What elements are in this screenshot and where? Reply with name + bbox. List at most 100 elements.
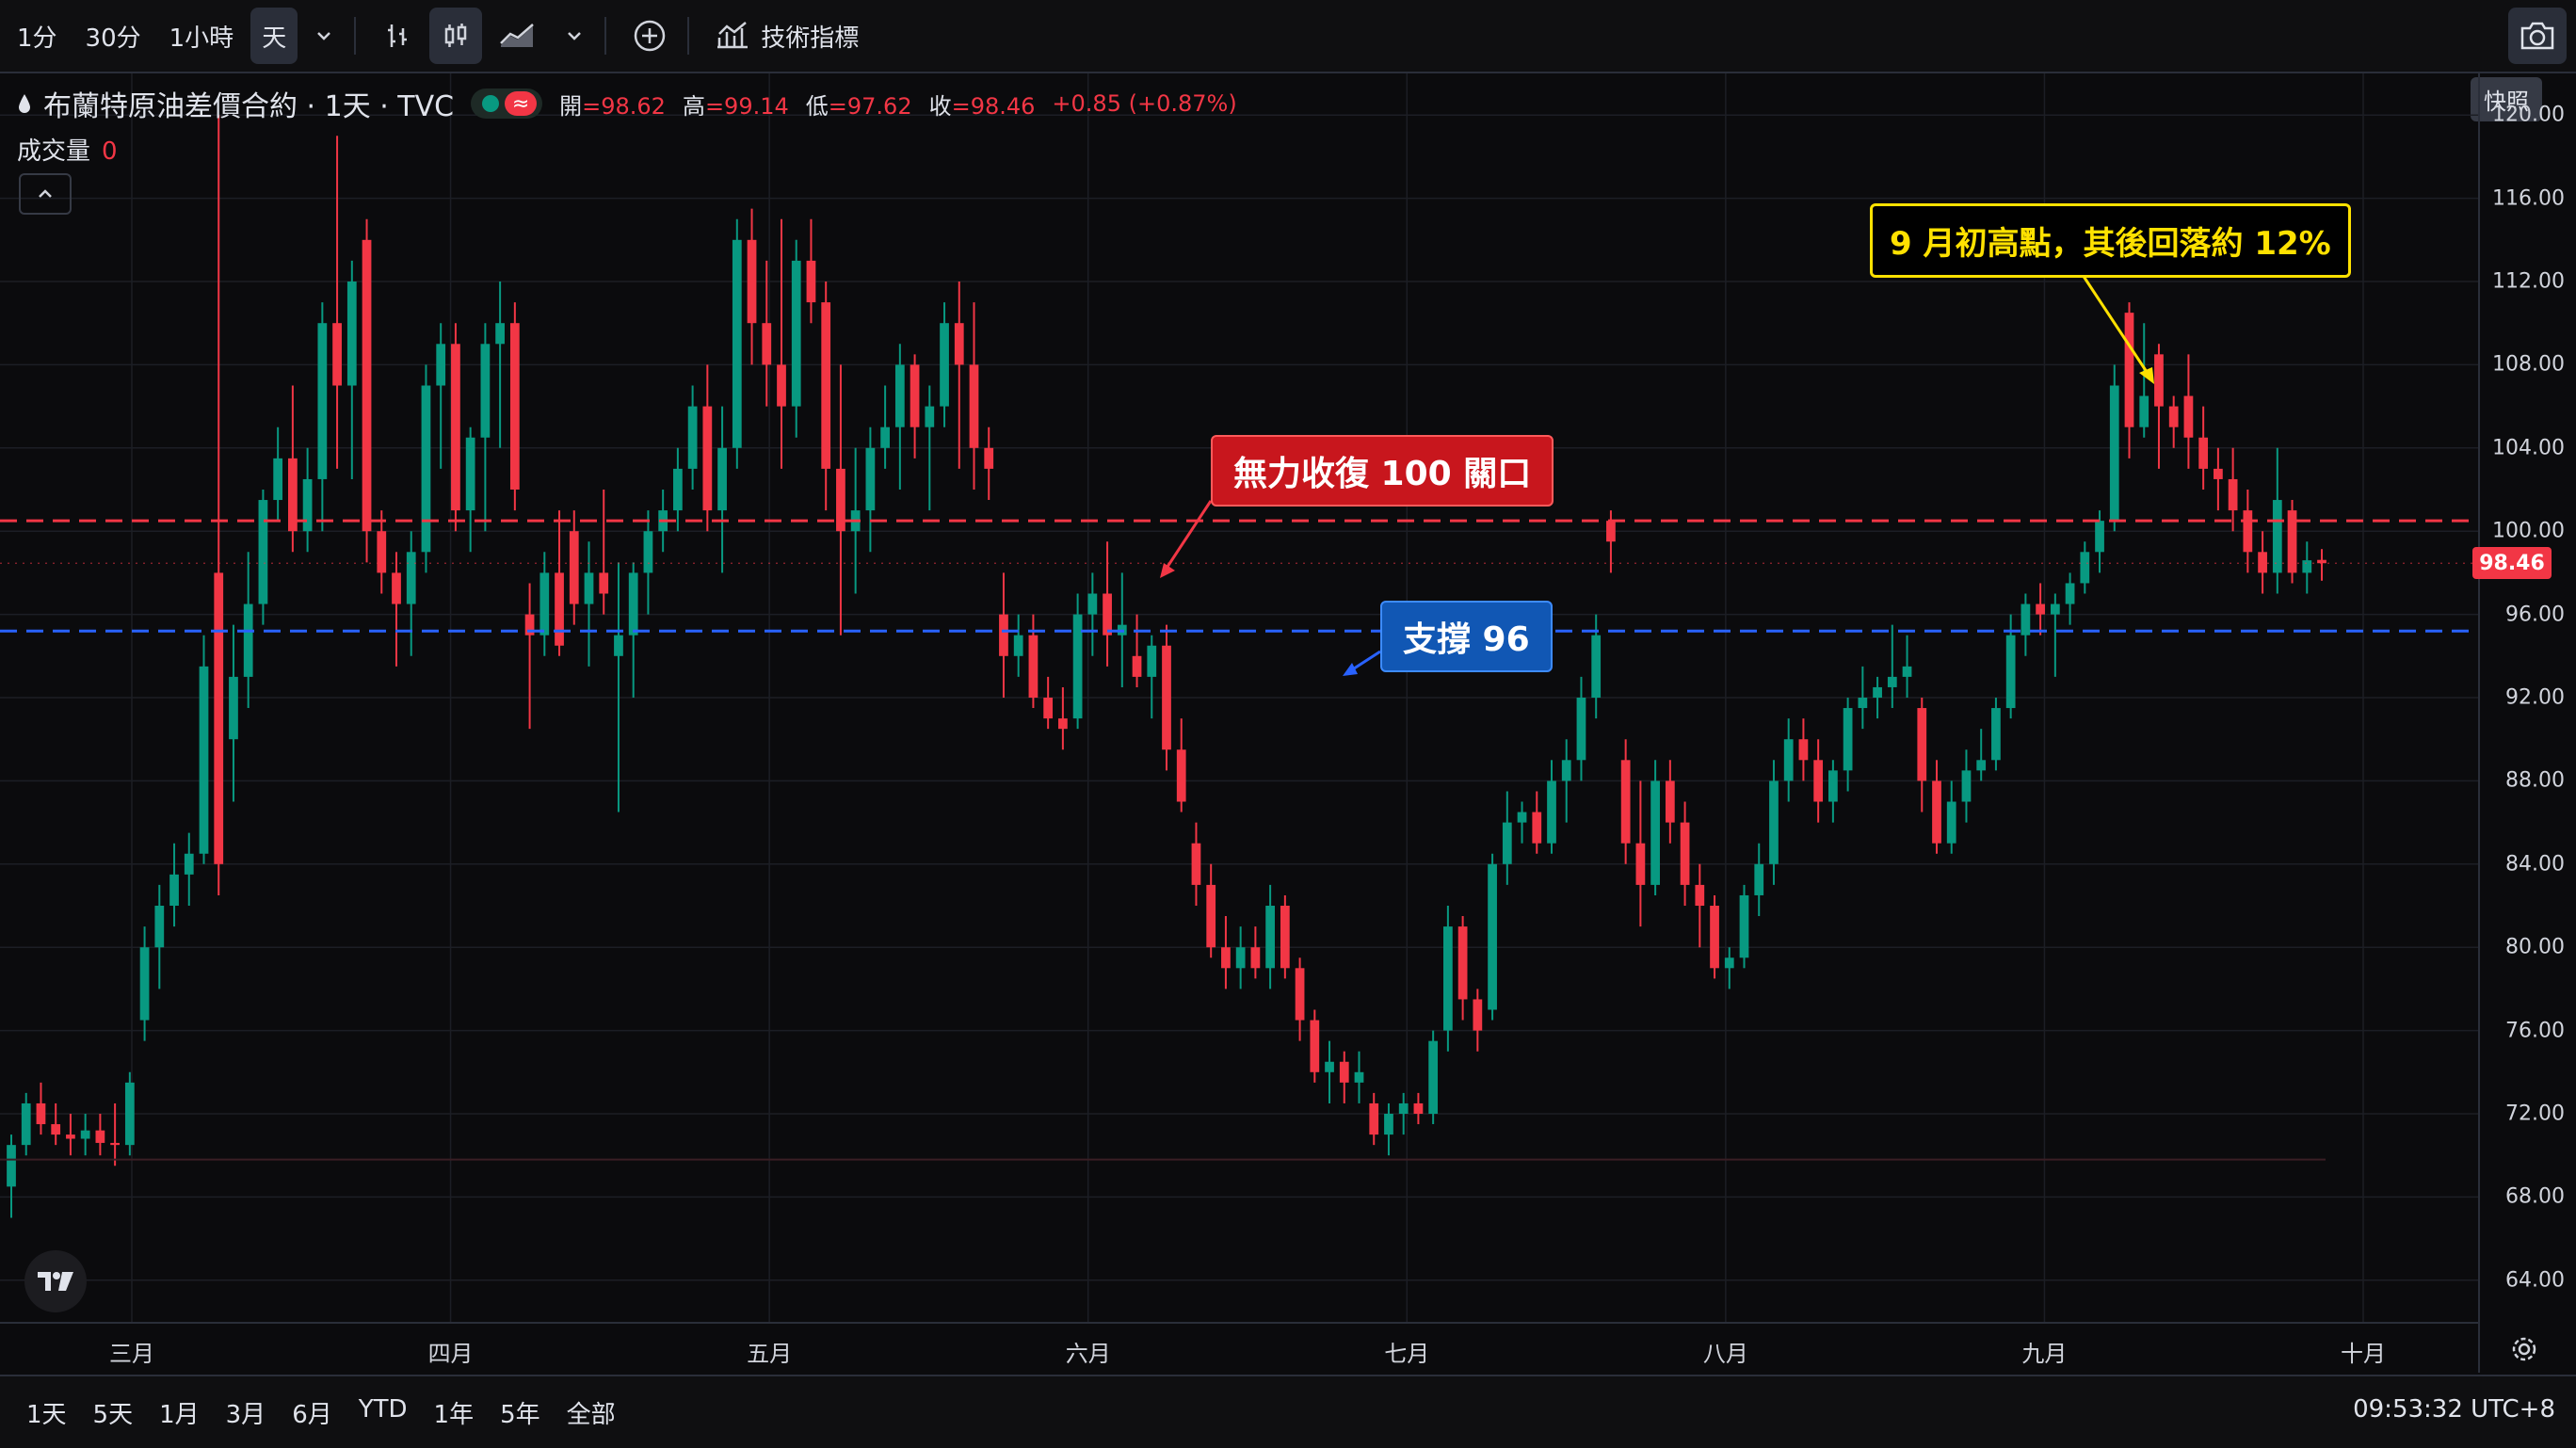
interval-30m-button[interactable]: 30分 <box>74 8 153 64</box>
candle-body <box>124 1082 135 1146</box>
tradingview-logo-icon[interactable] <box>24 1250 87 1312</box>
candle-body <box>2258 552 2267 573</box>
candle-body <box>2302 560 2312 573</box>
candle-body <box>465 437 475 511</box>
candle-body <box>421 385 431 553</box>
candle-body <box>1221 947 1231 969</box>
candle-body <box>406 552 416 604</box>
candle-body <box>969 364 979 448</box>
price-tick-label: 72.00 <box>2505 1102 2565 1126</box>
candle-body <box>1917 708 1927 781</box>
candle-body <box>2021 603 2031 636</box>
price-axis[interactable]: 120.00 116.00 112.00 108.00 104.00 100.00 96.0… <box>2478 73 2576 1373</box>
resistance-annotation[interactable]: 無力收復 100 關口 <box>1211 435 1554 507</box>
candle-body <box>184 853 194 875</box>
candle-body <box>1310 1020 1320 1072</box>
time-axis-month-label: 十月 <box>2341 1341 2386 1367</box>
candle-body <box>7 1145 16 1187</box>
candle-body <box>1176 749 1186 802</box>
candle-body <box>2214 468 2223 479</box>
range-button[interactable]: 3月 <box>213 1395 280 1430</box>
range-button[interactable]: YTD <box>346 1395 421 1430</box>
resistance-arrow <box>1162 500 1213 573</box>
candle-body <box>509 323 520 490</box>
candle-body <box>702 406 713 511</box>
candle-body <box>1783 739 1794 781</box>
candle-body <box>1754 863 1764 895</box>
candle-body <box>1873 686 1882 698</box>
range-button[interactable]: 全部 <box>554 1395 629 1430</box>
symbol-title[interactable]: 布蘭特原油差價合約 · 1天 · TVC <box>43 83 454 124</box>
price-tick-label: 116.00 <box>2492 186 2565 211</box>
price-tick-label: 80.00 <box>2505 935 2565 959</box>
candle-body <box>555 572 564 646</box>
candle-body <box>1635 843 1646 885</box>
settings-gear-icon[interactable] <box>2510 1335 2538 1363</box>
price-tick-label: 88.00 <box>2505 768 2565 793</box>
volume-legend[interactable]: 成交量 0 <box>17 132 118 167</box>
range-button[interactable]: 1天 <box>13 1395 80 1430</box>
peak-annotation[interactable]: 9 月初高點，其後回落約 12% <box>1870 203 2351 278</box>
snapshot-camera-icon[interactable] <box>2508 8 2567 64</box>
time-axis-month-label: 五月 <box>747 1341 793 1367</box>
range-button[interactable]: 5天 <box>80 1395 147 1430</box>
candle-body <box>2198 437 2209 469</box>
candle-body <box>2243 510 2253 553</box>
interval-1d-button[interactable]: 天 <box>250 8 298 64</box>
support-annotation[interactable]: 支撐 96 <box>1380 601 1553 672</box>
candle-body <box>2080 552 2090 584</box>
bar-chart-type-icon[interactable] <box>371 8 424 64</box>
candle-body <box>2005 635 2016 709</box>
price-tick-label: 108.00 <box>2492 352 2565 377</box>
range-button[interactable]: 5年 <box>487 1395 554 1430</box>
peak-arrow <box>2081 274 2150 376</box>
clock-timezone[interactable]: 09:53:32 UTC+8 <box>2353 1395 2555 1424</box>
candle-body <box>762 323 772 365</box>
time-axis-month-label: 九月 <box>2021 1341 2068 1367</box>
candle-body <box>1932 780 1941 844</box>
candle-body <box>1043 698 1054 719</box>
area-chart-type-icon[interactable] <box>488 8 548 64</box>
candle-body <box>1517 812 1527 823</box>
market-status-badge[interactable]: ≈ <box>471 88 543 119</box>
interval-dropdown-chevron-icon[interactable] <box>303 8 345 64</box>
indicators-button[interactable]: 技術指標 <box>704 8 870 64</box>
time-axis-month-label: 六月 <box>1065 1341 1111 1367</box>
range-button[interactable]: 1月 <box>146 1395 213 1430</box>
candle-body <box>169 874 179 906</box>
candle-body <box>1902 666 1912 677</box>
candle-body <box>199 666 209 854</box>
candle-body <box>2272 500 2282 573</box>
collapse-legend-chevron-up-icon[interactable] <box>19 173 72 215</box>
interval-1h-button[interactable]: 1小時 <box>158 8 246 64</box>
candle-body <box>1339 1061 1349 1083</box>
candle-body <box>584 572 594 604</box>
candle-body <box>1325 1061 1334 1072</box>
market-open-dot-icon <box>482 95 500 112</box>
candle-body <box>1280 906 1290 969</box>
range-button[interactable]: 6月 <box>279 1395 346 1430</box>
time-axis[interactable]: 三月 四月 五月 六月 七月 八月 九月 十月 <box>0 1322 2536 1375</box>
compare-add-icon[interactable] <box>621 8 678 64</box>
candle-body <box>1561 760 1571 781</box>
chart-type-dropdown-chevron-icon[interactable] <box>554 8 595 64</box>
range-button[interactable]: 1年 <box>421 1395 488 1430</box>
price-tick-label: 92.00 <box>2505 685 2565 710</box>
indicators-icon <box>717 22 749 49</box>
candle-body <box>999 614 1008 656</box>
candle-body <box>2095 521 2104 553</box>
price-tick-label: 100.00 <box>2492 519 2565 543</box>
candles-chart-type-icon[interactable] <box>429 8 483 64</box>
candle-body <box>2124 313 2134 427</box>
candle-body <box>1250 947 1261 969</box>
candle-body <box>1591 635 1602 698</box>
candle-body <box>1961 770 1972 802</box>
indicators-label: 技術指標 <box>761 24 860 53</box>
candle-body <box>95 1130 105 1143</box>
candle-body <box>436 344 446 386</box>
candle-body <box>1369 1102 1379 1135</box>
interval-1m-button[interactable]: 1分 <box>6 8 69 64</box>
volume-value: 0 <box>102 137 118 166</box>
candle-body <box>732 239 742 448</box>
candle-body <box>2154 354 2164 407</box>
